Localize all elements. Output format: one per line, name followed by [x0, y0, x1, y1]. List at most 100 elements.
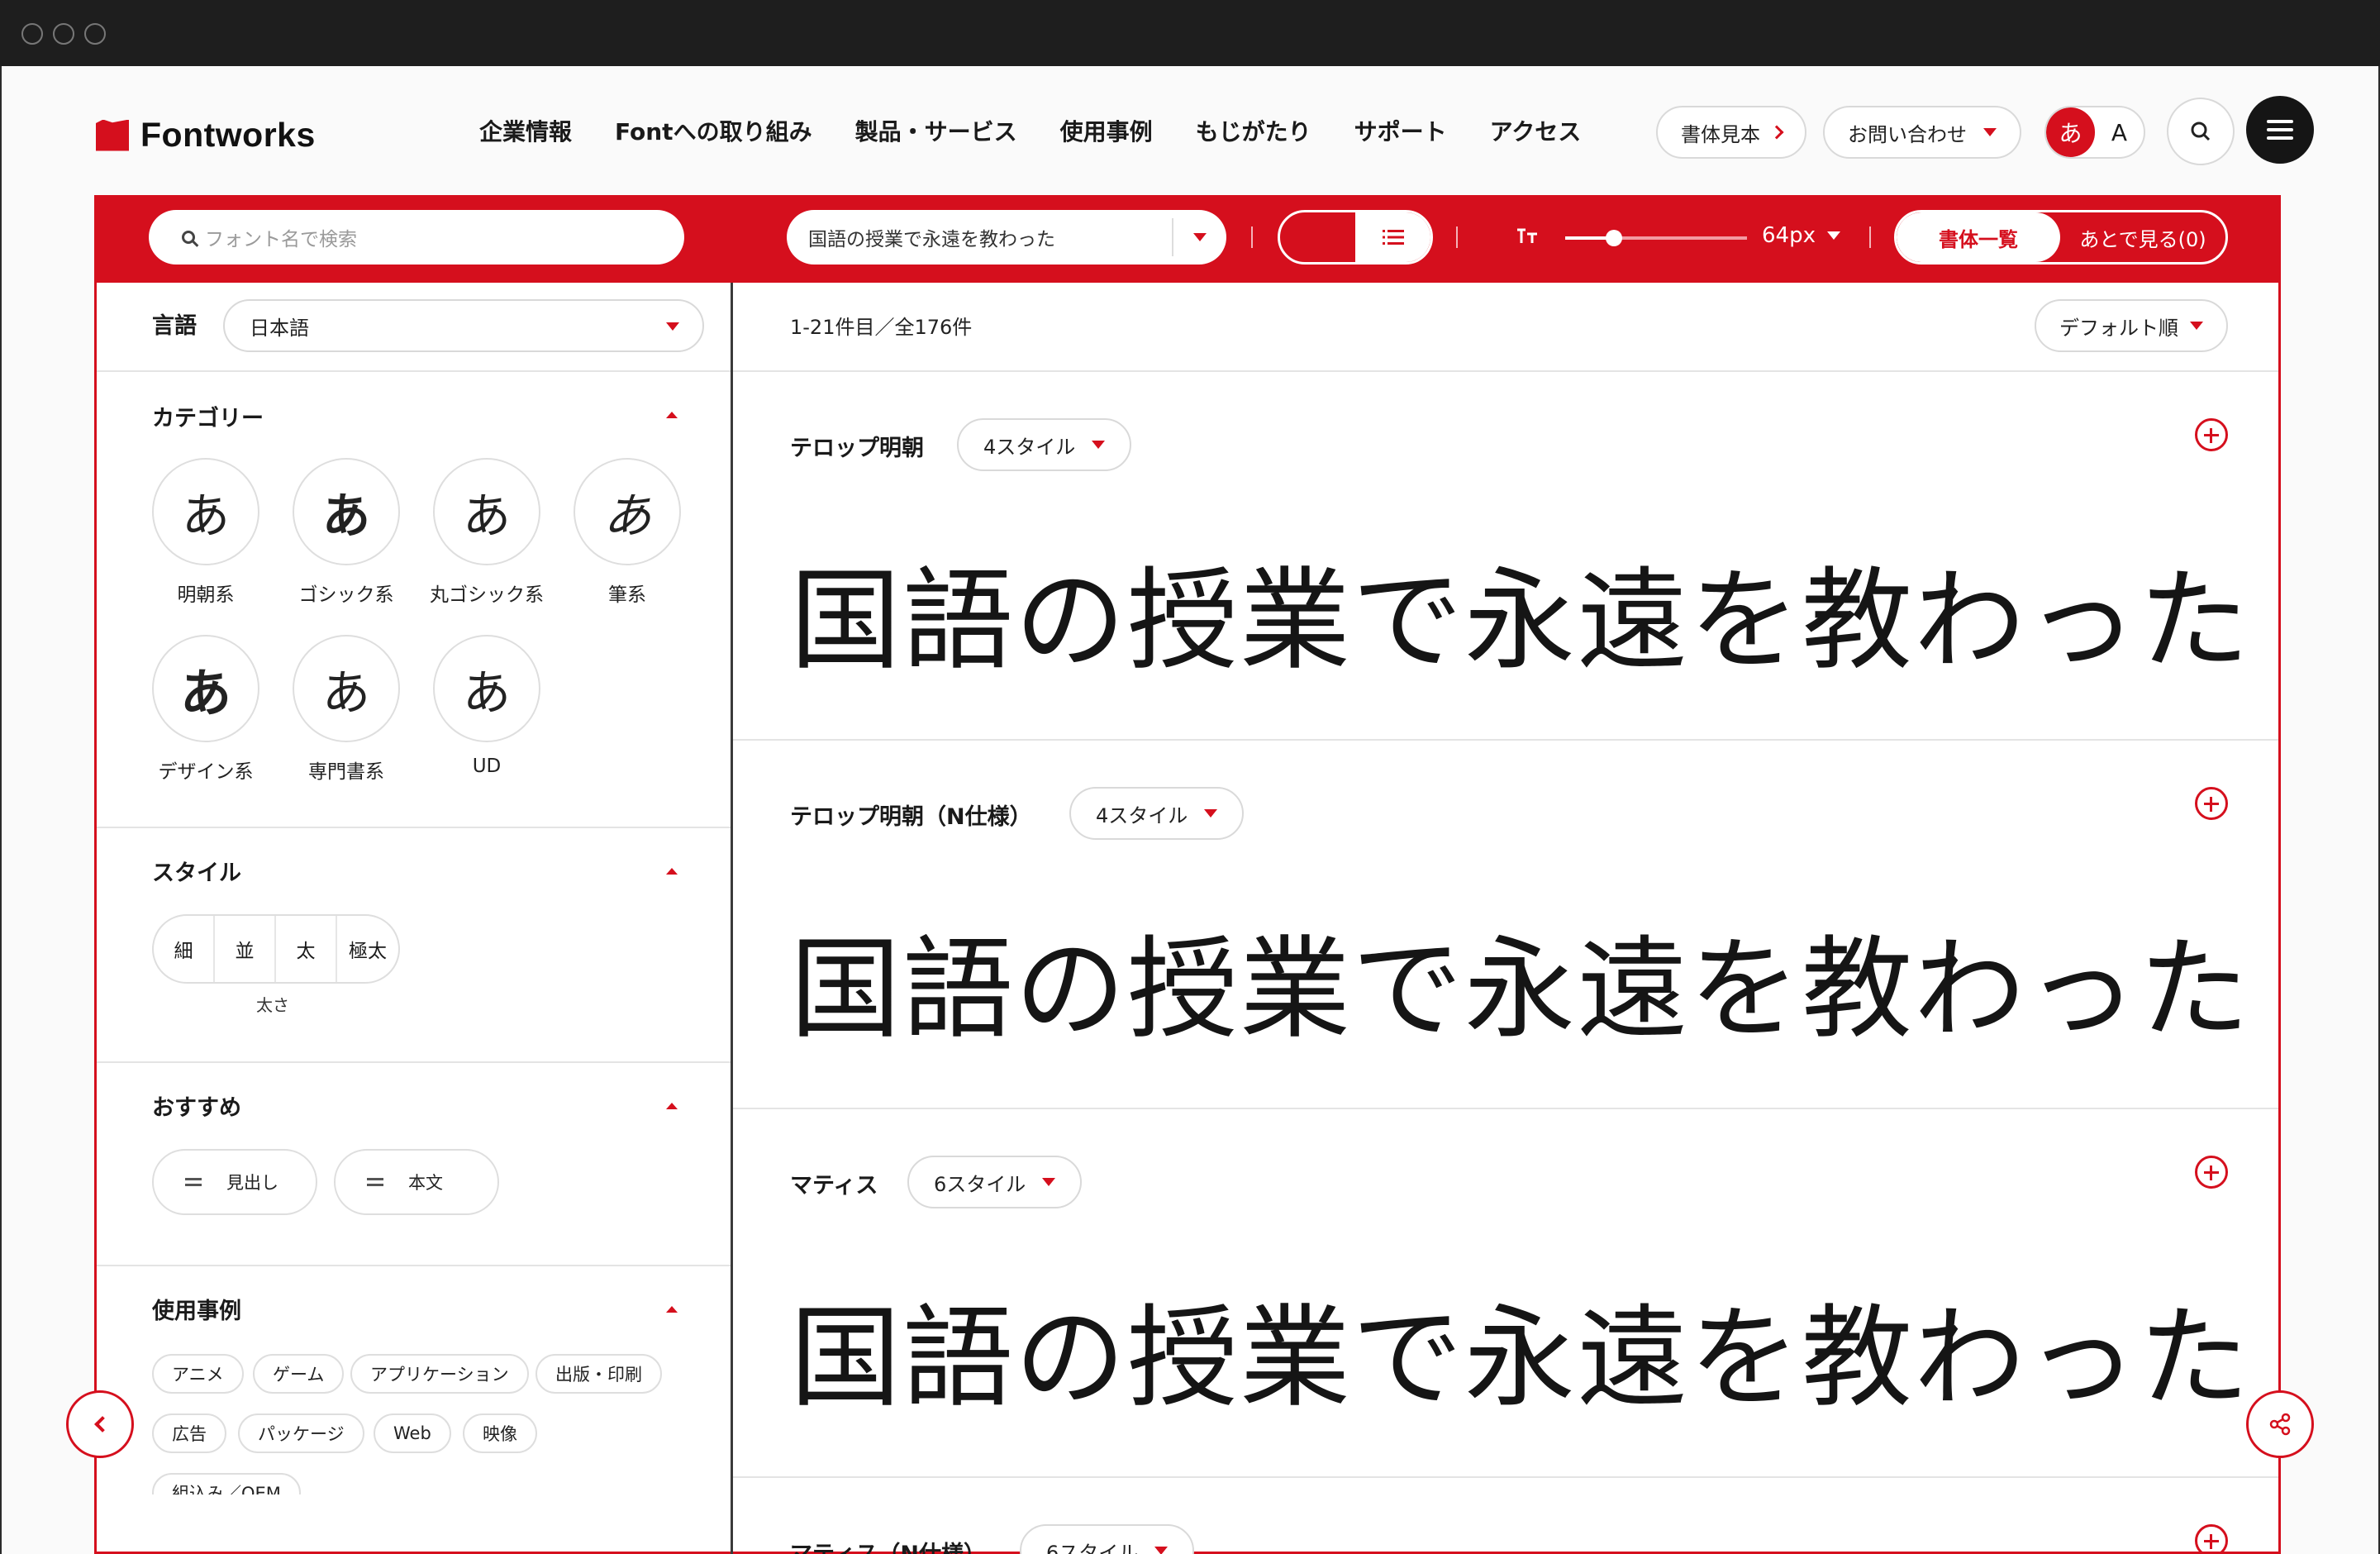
recommend-label: 見出し — [226, 1173, 278, 1193]
tab-font-list[interactable]: 書体一覧 — [1897, 212, 2060, 262]
recommend-heading[interactable]: おすすめ — [152, 1089, 241, 1122]
language-select-value: 日本語 — [250, 316, 309, 340]
style-count-dropdown[interactable]: 6スタイル — [907, 1156, 1083, 1208]
window-minimize-dot[interactable] — [53, 23, 74, 45]
font-search-input[interactable]: フォント名で検索 — [149, 210, 684, 265]
collapse-caret-icon[interactable] — [666, 1103, 678, 1109]
font-size-value: 64px — [1762, 223, 1816, 248]
style-count: 6スタイル — [934, 1172, 1026, 1196]
weight-extra-bold[interactable]: 極太 — [337, 916, 398, 982]
usage-tag[interactable]: 広告 — [152, 1413, 226, 1453]
weight-bold[interactable]: 太 — [276, 916, 337, 982]
usage-tag[interactable]: 出版・印刷 — [536, 1354, 662, 1394]
collapse-caret-icon[interactable] — [666, 412, 678, 418]
sidebar-divider — [97, 827, 731, 828]
category-label: ゴシック系 — [298, 584, 394, 606]
style-count-dropdown[interactable]: 6スタイル — [1020, 1524, 1195, 1554]
tab-watch-later[interactable]: あとで見る(0) — [2060, 212, 2225, 262]
card-divider — [733, 1108, 2278, 1109]
nav-support[interactable]: サポート — [1354, 114, 1447, 150]
window-zoom-dot[interactable] — [84, 23, 106, 45]
category-maru-gothic[interactable]: あ 丸ゴシック系 — [430, 458, 544, 607]
usage-heading[interactable]: 使用事例 — [152, 1293, 241, 1325]
sort-dropdown[interactable]: デフォルト順 — [2035, 299, 2228, 352]
usage-overflow-clip: 組込み／OEM — [124, 1465, 702, 1494]
logo[interactable]: Fontworks — [96, 116, 316, 155]
usage-tag[interactable]: アニメ — [152, 1354, 244, 1394]
toolbar-separator — [1456, 226, 1458, 248]
nav-access[interactable]: アクセス — [1490, 114, 1582, 150]
category-heading[interactable]: カテゴリー — [152, 400, 264, 432]
category-gothic[interactable]: あ ゴシック系 — [293, 458, 400, 607]
ud-glyph: あ — [433, 635, 540, 742]
nav-company[interactable]: 企業情報 — [479, 114, 572, 150]
style-count-dropdown[interactable]: 4スタイル — [1069, 787, 1245, 840]
window-chrome — [0, 0, 2380, 66]
contact-dropdown-label: お問い合わせ — [1848, 122, 1967, 146]
style-heading[interactable]: スタイル — [152, 855, 241, 887]
collapse-caret-icon[interactable] — [666, 1306, 678, 1313]
caret-down-icon — [1983, 128, 1997, 136]
nav-font-initiatives[interactable]: Fontへの取り組み — [615, 114, 812, 150]
font-name[interactable]: テロップ明朝（N仕様） — [790, 798, 1032, 831]
style-count-dropdown[interactable]: 4スタイル — [957, 418, 1132, 471]
collapse-sidebar-button[interactable] — [66, 1390, 134, 1458]
grid-view-option[interactable] — [1280, 212, 1355, 262]
result-count: 1-21件目／全176件 — [790, 316, 973, 339]
share-icon — [2269, 1413, 2291, 1436]
nav-products[interactable]: 製品・サービス — [855, 114, 1017, 150]
list-view-option[interactable] — [1355, 212, 1430, 262]
category-design[interactable]: あ デザイン系 — [152, 635, 259, 784]
font-name[interactable]: テロップ明朝 — [790, 430, 924, 462]
usage-tag[interactable]: 組込み／OEM — [152, 1473, 301, 1494]
font-name[interactable]: マティス — [790, 1167, 878, 1199]
category-brush[interactable]: あ 筆系 — [574, 458, 681, 607]
category-mincho[interactable]: あ 明朝系 — [152, 458, 259, 607]
sample-text-value: 国語の授業で永遠を教わった — [808, 229, 1055, 250]
recommend-label: 本文 — [408, 1173, 443, 1193]
weight-regular[interactable]: 並 — [215, 916, 276, 982]
usage-tag[interactable]: Web — [374, 1413, 451, 1453]
recommend-body-button[interactable]: 本文 — [334, 1149, 499, 1215]
header-search-button[interactable] — [2167, 98, 2235, 165]
specimen-button[interactable]: 書体見本 — [1656, 106, 1806, 159]
category-label: 筆系 — [608, 584, 646, 606]
logo-text: Fontworks — [140, 116, 316, 154]
usage-tag[interactable]: アプリケーション — [350, 1354, 529, 1394]
sidebar-divider — [97, 370, 731, 372]
body-lines-icon — [367, 1178, 383, 1186]
category-ud[interactable]: あ UD — [433, 635, 540, 777]
collapse-caret-icon[interactable] — [666, 868, 678, 875]
font-name[interactable]: マティス（N仕様） — [790, 1536, 986, 1554]
sample-text-input[interactable]: 国語の授業で永遠を教わった — [787, 210, 1226, 265]
language-label: 言語 — [152, 313, 197, 339]
lang-en-option[interactable]: A — [2095, 107, 2144, 157]
chevron-right-icon — [1769, 125, 1784, 140]
mincho-glyph: あ — [152, 458, 259, 565]
language-select[interactable]: 日本語 — [223, 299, 704, 352]
add-plus-icon[interactable] — [2195, 1524, 2228, 1554]
recommend-headline-button[interactable]: 見出し — [152, 1149, 317, 1215]
add-plus-icon[interactable] — [2195, 1156, 2228, 1189]
menu-button[interactable] — [2246, 96, 2314, 164]
font-size-dropdown[interactable]: 64px — [1762, 223, 1840, 248]
font-sample: 国語の授業で永遠を教わった — [790, 925, 2252, 1054]
specimen-button-label: 書体見本 — [1681, 122, 1760, 146]
contact-dropdown[interactable]: お問い合わせ — [1823, 106, 2021, 159]
category-specialist[interactable]: あ 専門書系 — [293, 635, 400, 784]
caret-down-icon[interactable] — [1193, 233, 1207, 241]
weight-caption: 太さ — [256, 995, 289, 1015]
weight-thin[interactable]: 細 — [154, 916, 215, 982]
window-close-dot[interactable] — [21, 23, 43, 45]
font-size-slider[interactable] — [1565, 230, 1747, 246]
add-plus-icon[interactable] — [2195, 418, 2228, 451]
share-button[interactable] — [2246, 1390, 2314, 1458]
lang-jp-option[interactable]: あ — [2046, 107, 2095, 157]
nav-mojigatari[interactable]: もじがたり — [1196, 114, 1311, 150]
usage-tag[interactable]: ゲーム — [253, 1354, 345, 1394]
add-plus-icon[interactable] — [2195, 787, 2228, 820]
usage-tag[interactable]: パッケージ — [238, 1413, 364, 1453]
usage-tag[interactable]: 映像 — [463, 1413, 537, 1453]
nav-cases[interactable]: 使用事例 — [1060, 114, 1153, 150]
search-icon — [182, 231, 195, 244]
